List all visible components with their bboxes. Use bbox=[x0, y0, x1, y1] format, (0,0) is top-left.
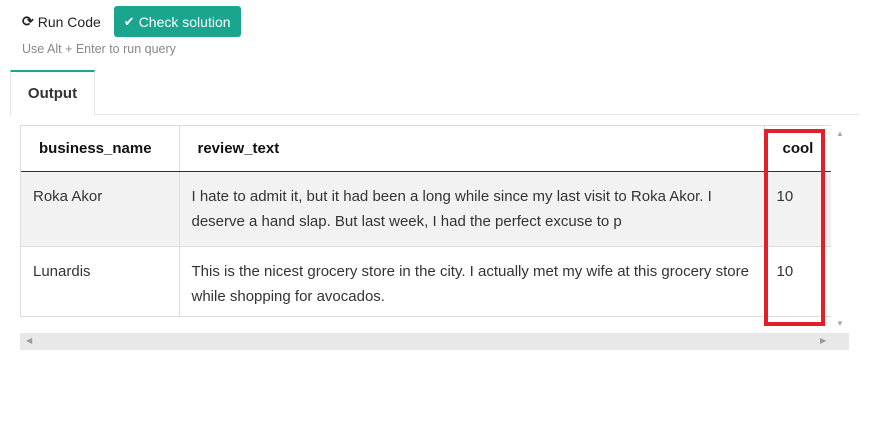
results-table: business_name review_text cool Roka Akor… bbox=[20, 125, 831, 317]
check-solution-label: Check solution bbox=[138, 13, 231, 30]
checkmark-icon: ✔ bbox=[123, 13, 135, 29]
run-code-label: Run Code bbox=[37, 13, 101, 30]
vertical-scrollbar[interactable]: ▲ ▼ bbox=[832, 125, 848, 333]
check-solution-button[interactable]: ✔ Check solution bbox=[113, 6, 241, 37]
column-header-business-name[interactable]: business_name bbox=[21, 126, 179, 172]
toolbar: ⟳ Run Code ✔ Check solution bbox=[22, 6, 241, 37]
column-header-review-text[interactable]: review_text bbox=[178, 126, 764, 172]
table-row: Roka Akor I hate to admit it, but it had… bbox=[21, 171, 831, 246]
scroll-up-arrow-icon[interactable]: ▲ bbox=[836, 129, 844, 138]
tab-output[interactable]: Output bbox=[10, 70, 95, 115]
table-cell: This is the nicest grocery store in the … bbox=[178, 245, 764, 316]
table-cell: Lunardis bbox=[21, 245, 179, 316]
scroll-left-arrow-icon[interactable]: ◀ bbox=[26, 336, 32, 345]
output-tabbar: Output bbox=[10, 70, 859, 115]
run-code-button[interactable]: ⟳ Run Code bbox=[22, 13, 101, 30]
horizontal-scrollbar[interactable]: ◀ ▶ bbox=[20, 333, 849, 350]
refresh-icon: ⟳ bbox=[22, 13, 34, 29]
scroll-right-arrow-icon[interactable]: ▶ bbox=[820, 336, 826, 345]
table-cell: 10 bbox=[763, 245, 831, 316]
scroll-down-arrow-icon[interactable]: ▼ bbox=[836, 319, 844, 328]
run-hint: Use Alt + Enter to run query bbox=[22, 42, 176, 56]
column-header-cool[interactable]: cool bbox=[763, 126, 831, 172]
table-cell: Roka Akor bbox=[21, 171, 179, 246]
table-cell: I hate to admit it, but it had been a lo… bbox=[178, 171, 764, 246]
table-row: Lunardis This is the nicest grocery stor… bbox=[21, 245, 831, 316]
table-cell: 10 bbox=[763, 171, 831, 246]
